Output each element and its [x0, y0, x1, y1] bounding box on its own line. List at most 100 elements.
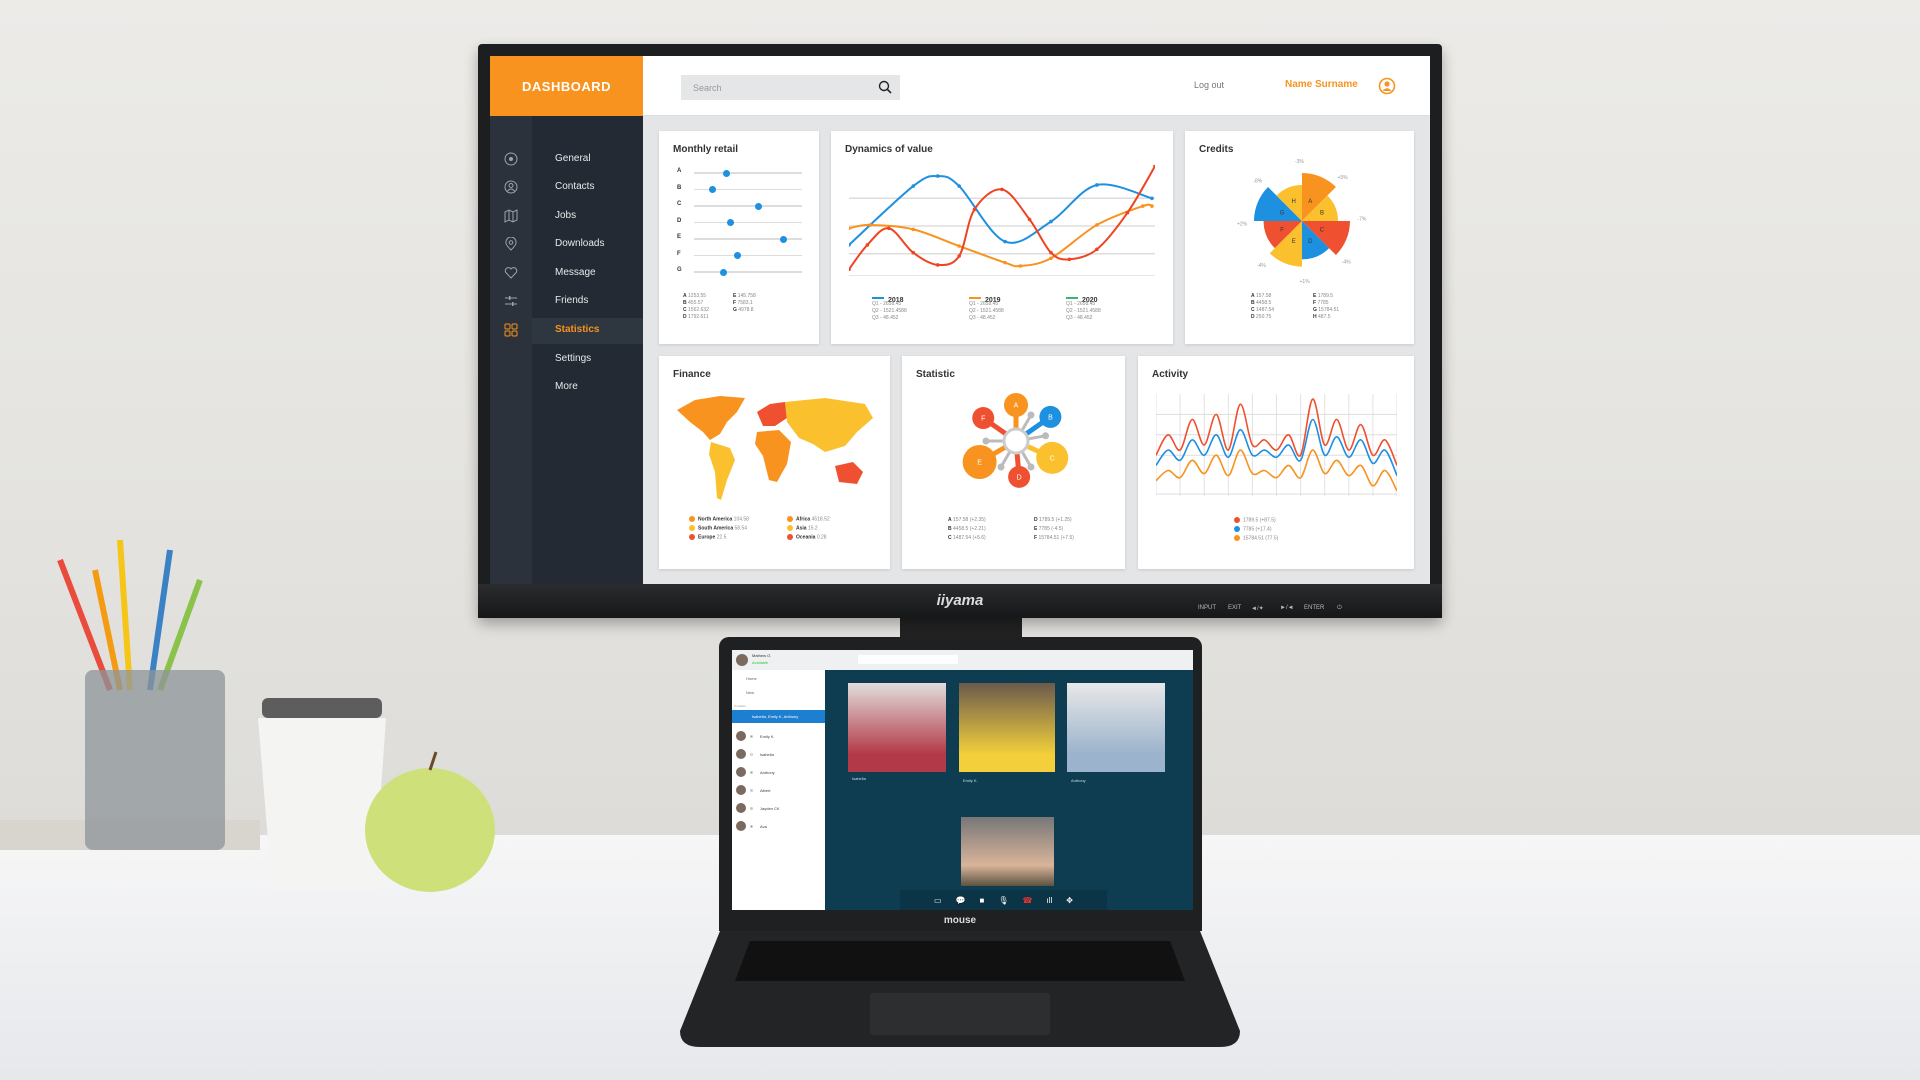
location-pin-icon: [505, 237, 517, 251]
slider-track-D[interactable]: [694, 221, 802, 223]
statistic-legend-item: D 1789.5 (+1.25): [1034, 517, 1072, 523]
legend-quarter-value: Q2 - 1521.4588: [969, 308, 1004, 314]
contact-avatar: [736, 767, 746, 777]
slider-thumb-G[interactable]: [720, 268, 728, 276]
data-point: [868, 223, 873, 227]
sidebar-item-settings[interactable]: Settings: [490, 347, 643, 373]
slider-thumb-E[interactable]: [779, 235, 787, 243]
slider-track-A[interactable]: [694, 172, 802, 174]
participant-name-3: Anthony: [1071, 778, 1086, 783]
call-search-input[interactable]: [858, 655, 958, 664]
status-dot: [750, 824, 753, 828]
contact-item[interactable]: Jayden CK: [736, 803, 780, 813]
slider-thumb-C[interactable]: [754, 202, 762, 210]
microphone-icon[interactable]: 🎙: [998, 896, 1008, 905]
legend-dot: [787, 516, 793, 522]
contact-item[interactable]: Ava: [736, 821, 767, 831]
sidebar-item-friends[interactable]: Friends: [490, 289, 643, 315]
dashboard-logo[interactable]: DASHBOARD: [490, 56, 643, 116]
sidebar-item-general[interactable]: General: [490, 147, 643, 173]
search-input[interactable]: Search: [681, 75, 900, 100]
slider-thumb-A[interactable]: [723, 169, 731, 177]
slider-track-G[interactable]: [694, 271, 802, 273]
data-point: [957, 244, 961, 248]
touchpad[interactable]: [870, 993, 1050, 1035]
finance-legend-item: North America 104.58: [689, 516, 749, 522]
legend-value: 4458.5 (+2.21): [953, 526, 986, 532]
sidebar-item-more[interactable]: More: [490, 375, 643, 401]
monitor-input-button[interactable]: INPUT: [1198, 605, 1216, 611]
contact-item[interactable]: Isabella: [736, 749, 774, 759]
monitor-brand-logo: iiyama: [936, 592, 984, 609]
chat-icon[interactable]: 💬: [956, 896, 966, 905]
slider-label-E: E: [677, 234, 682, 240]
monitor-left-button[interactable]: ◄/✦: [1251, 605, 1264, 612]
active-group-chat[interactable]: Isabella, Emily K, Anthony: [732, 710, 825, 723]
sidebar-item-downloads[interactable]: Downloads: [490, 232, 643, 258]
slider-thumb-D[interactable]: [726, 219, 734, 226]
legend-key: B: [683, 300, 687, 306]
contact-item[interactable]: Anthony: [736, 767, 775, 777]
sidebar-item-contacts[interactable]: Contacts: [490, 175, 643, 201]
series-line-2019: [849, 203, 1153, 268]
nav-home[interactable]: Home: [746, 676, 757, 681]
segment-delta: -8%: [1253, 178, 1262, 184]
settings-icon[interactable]: ✥: [1066, 896, 1073, 905]
data-point: [935, 174, 940, 178]
video-call-screen: Mathew O. Available Home New Contacts Is…: [732, 650, 1193, 910]
legend-key: D: [683, 314, 687, 320]
camera-icon[interactable]: ■: [980, 896, 985, 905]
status-dot: [750, 752, 753, 756]
data-point: [886, 226, 891, 231]
contact-name: Ava: [760, 823, 767, 829]
contact-avatar: [736, 803, 746, 813]
monitor-right-button[interactable]: ►/◄: [1280, 605, 1294, 611]
data-point: [1003, 239, 1007, 244]
screen-share-icon[interactable]: ▭: [934, 896, 942, 905]
hang-up-icon[interactable]: ☎: [1023, 896, 1033, 905]
volume-icon[interactable]: ıll: [1047, 896, 1053, 905]
search-icon[interactable]: [878, 80, 892, 94]
card-title: Activity: [1152, 369, 1189, 380]
user-avatar-icon[interactable]: [1378, 77, 1396, 95]
sidebar-item-message[interactable]: Message: [490, 261, 643, 287]
contact-avatar: [736, 821, 746, 831]
activity-legend-item: 15784.51 (77.5): [1234, 535, 1278, 541]
legend-value: 7785 (+17.4): [1243, 526, 1272, 533]
sidebar-item-jobs[interactable]: Jobs: [490, 204, 643, 230]
slider-thumb-B[interactable]: [709, 186, 717, 193]
logout-link[interactable]: Log out: [1194, 80, 1224, 90]
contact-item[interactable]: Albert: [736, 785, 770, 795]
flower-stub-end: [1027, 411, 1035, 419]
contact-item[interactable]: Emily K.: [736, 731, 775, 741]
keyboard[interactable]: [735, 941, 1185, 981]
slider-track-C[interactable]: [694, 205, 802, 207]
retail-legend-item: E 145.758: [733, 293, 756, 299]
finance-legend-item: Europe 22.5: [689, 534, 726, 540]
sidebar-item-label: Friends: [555, 295, 589, 306]
user-name[interactable]: Name Surname: [1285, 79, 1358, 90]
slider-thumb-F[interactable]: [734, 252, 742, 259]
participant-video-2: [959, 683, 1055, 772]
monitor-exit-button[interactable]: EXIT: [1228, 605, 1241, 611]
petal-label: B: [1048, 414, 1053, 421]
legend-value: 4978.8: [738, 307, 754, 313]
finance-legend-item: South America 58.54: [689, 525, 747, 531]
slider-label-C: C: [677, 201, 682, 207]
legend-quarter-value: Q1 - 2658.45: [1066, 301, 1096, 307]
statistic-legend-item: B 4458.5 (+2.21): [948, 526, 986, 532]
legend-value: 1253.55: [688, 293, 707, 299]
slider-track-F[interactable]: [694, 254, 802, 256]
nav-new[interactable]: New: [746, 690, 754, 695]
legend-key: G: [733, 307, 737, 313]
data-point: [935, 263, 940, 267]
legend-value: 4518.52: [811, 516, 830, 523]
statistic-legend-item: C 1487.54 (+5.6): [948, 535, 986, 541]
sidebar-item-statistics[interactable]: Statistics: [490, 318, 643, 344]
monitor-power-button[interactable]: ⏻: [1337, 605, 1342, 612]
retail-legend-item: C 1562.632: [683, 307, 709, 313]
credits-legend-item: E 1789.5: [1313, 293, 1333, 299]
monitor-enter-button[interactable]: ENTER: [1304, 605, 1324, 611]
legend-quarter-value: Q3 - 48.452: [1066, 315, 1093, 321]
legend-key: C: [1251, 307, 1255, 313]
